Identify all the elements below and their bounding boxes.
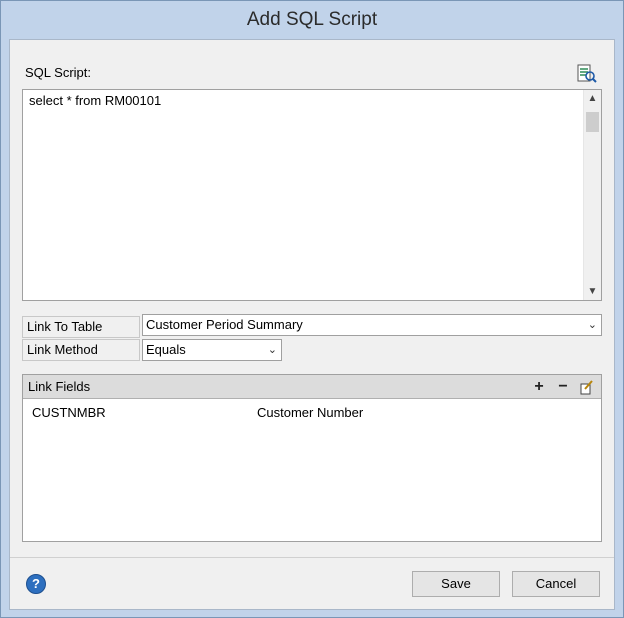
link-fields-header: Link Fields: [23, 375, 601, 399]
help-icon[interactable]: ?: [26, 574, 46, 594]
link-method-label: Link Method: [22, 339, 140, 361]
link-to-table-value: Customer Period Summary: [146, 317, 303, 332]
save-button[interactable]: Save: [412, 571, 500, 597]
sql-script-editor[interactable]: select * from RM00101 ▲ ▼: [22, 89, 602, 301]
link-to-table-label: Link To Table: [22, 316, 140, 338]
link-to-table-select[interactable]: Customer Period Summary ⌄: [142, 314, 602, 336]
edit-icon[interactable]: [578, 375, 596, 399]
scroll-up-icon[interactable]: ▲: [584, 90, 601, 107]
footer-divider: [10, 557, 614, 558]
scroll-down-icon[interactable]: ▼: [584, 283, 601, 300]
sql-script-label: SQL Script:: [25, 65, 91, 80]
chevron-down-icon: ⌄: [587, 319, 597, 331]
add-icon[interactable]: +: [530, 375, 548, 399]
sql-script-text[interactable]: select * from RM00101: [29, 93, 161, 108]
scroll-thumb[interactable]: [586, 112, 599, 132]
remove-icon[interactable]: −: [554, 375, 572, 399]
chevron-down-icon: ⌄: [267, 344, 277, 356]
dialog-title: Add SQL Script: [246, 9, 378, 30]
cancel-button[interactable]: Cancel: [512, 571, 600, 597]
find-in-document-icon[interactable]: [575, 63, 599, 85]
link-fields-panel: Link Fields + − CUSTNMBR Customer Number: [22, 374, 602, 542]
link-method-value: Equals: [146, 342, 186, 357]
sql-script-scrollbar[interactable]: ▲ ▼: [583, 90, 601, 300]
link-field-name: CUSTNMBR: [32, 405, 106, 420]
dialog-client-area: SQL Script: select * from RM00101 ▲ ▼ Li…: [9, 39, 615, 610]
link-method-select[interactable]: Equals ⌄: [142, 339, 282, 361]
link-field-description: Customer Number: [257, 405, 364, 420]
link-field-row[interactable]: CUSTNMBR Customer Number: [23, 403, 601, 423]
dialog-window: Add SQL Script SQL Script: select * from…: [0, 0, 624, 618]
link-fields-title: Link Fields: [28, 379, 91, 394]
